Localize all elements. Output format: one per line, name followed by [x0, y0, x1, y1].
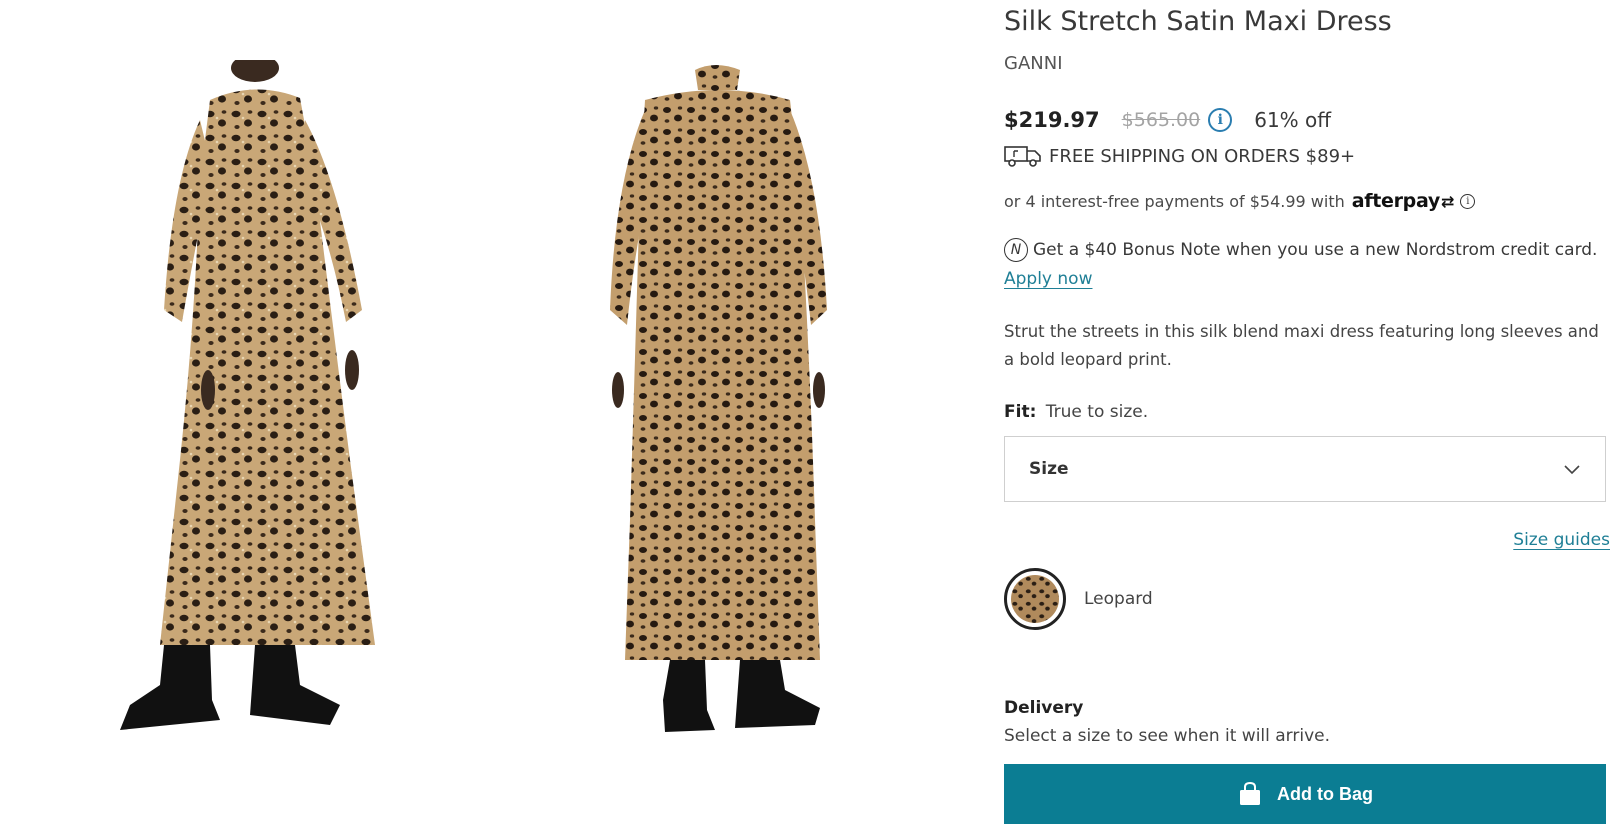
discount-badge: 61% off [1254, 108, 1332, 132]
shopping-bag-icon [1240, 781, 1260, 805]
afterpay-logo: afterpay [1351, 190, 1441, 212]
color-selector: Leopard [1004, 568, 1153, 630]
leopard-swatch-image [1011, 575, 1059, 623]
color-name: Leopard [1084, 589, 1153, 609]
afterpay-info-icon[interactable]: i [1460, 193, 1476, 209]
original-price: $565.00 [1121, 109, 1201, 131]
fit-info: Fit: True to size. [1004, 402, 1148, 422]
product-page: Silk Stretch Satin Maxi Dress GANNI $219… [0, 0, 1620, 834]
size-dropdown-label: Size [1029, 459, 1069, 479]
nordstrom-note-icon: N [1004, 238, 1028, 262]
fit-value: True to size. [1045, 402, 1149, 422]
delivery-heading: Delivery [1004, 698, 1084, 718]
apply-now-link[interactable]: Apply now [1004, 269, 1092, 289]
delivery-text: Select a size to see when it will arrive… [1004, 726, 1331, 746]
add-to-bag-label: Add to Bag [1277, 783, 1373, 804]
add-to-bag-button[interactable]: Add to Bag [1004, 764, 1606, 824]
price-row: $219.97 $565.00 i 61% off [1004, 108, 1331, 132]
chevron-down-icon [1564, 465, 1580, 475]
bonus-note-text: Get a $40 Bonus Note when you use a new … [1033, 240, 1598, 260]
product-title: Silk Stretch Satin Maxi Dress [1004, 6, 1392, 37]
bonus-note-row: N Get a $40 Bonus Note when you use a ne… [1004, 238, 1597, 262]
size-dropdown[interactable]: Size [1004, 436, 1606, 502]
info-icon[interactable]: i [1208, 108, 1233, 132]
afterpay-logo-icon: ⇄ [1440, 191, 1455, 211]
afterpay-row: or 4 interest-free payments of $54.99 wi… [1004, 190, 1476, 212]
product-description: Strut the streets in this silk blend max… [1004, 322, 1599, 369]
shipping-row: FREE SHIPPING ON ORDERS $89+ [1004, 144, 1355, 168]
color-swatch-leopard[interactable] [1004, 568, 1066, 630]
size-guides-link[interactable]: Size guides [1513, 530, 1610, 550]
product-image-front[interactable] [100, 60, 460, 780]
fit-label: Fit: [1004, 402, 1037, 422]
product-image-back[interactable] [565, 60, 925, 780]
product-brand[interactable]: GANNI [1004, 53, 1063, 74]
truck-icon [1004, 146, 1041, 167]
afterpay-text: or 4 interest-free payments of $54.99 wi… [1004, 191, 1345, 211]
product-gallery [0, 0, 990, 834]
sale-price: $219.97 [1004, 108, 1100, 132]
free-shipping-text: FREE SHIPPING ON ORDERS $89+ [1049, 145, 1356, 167]
